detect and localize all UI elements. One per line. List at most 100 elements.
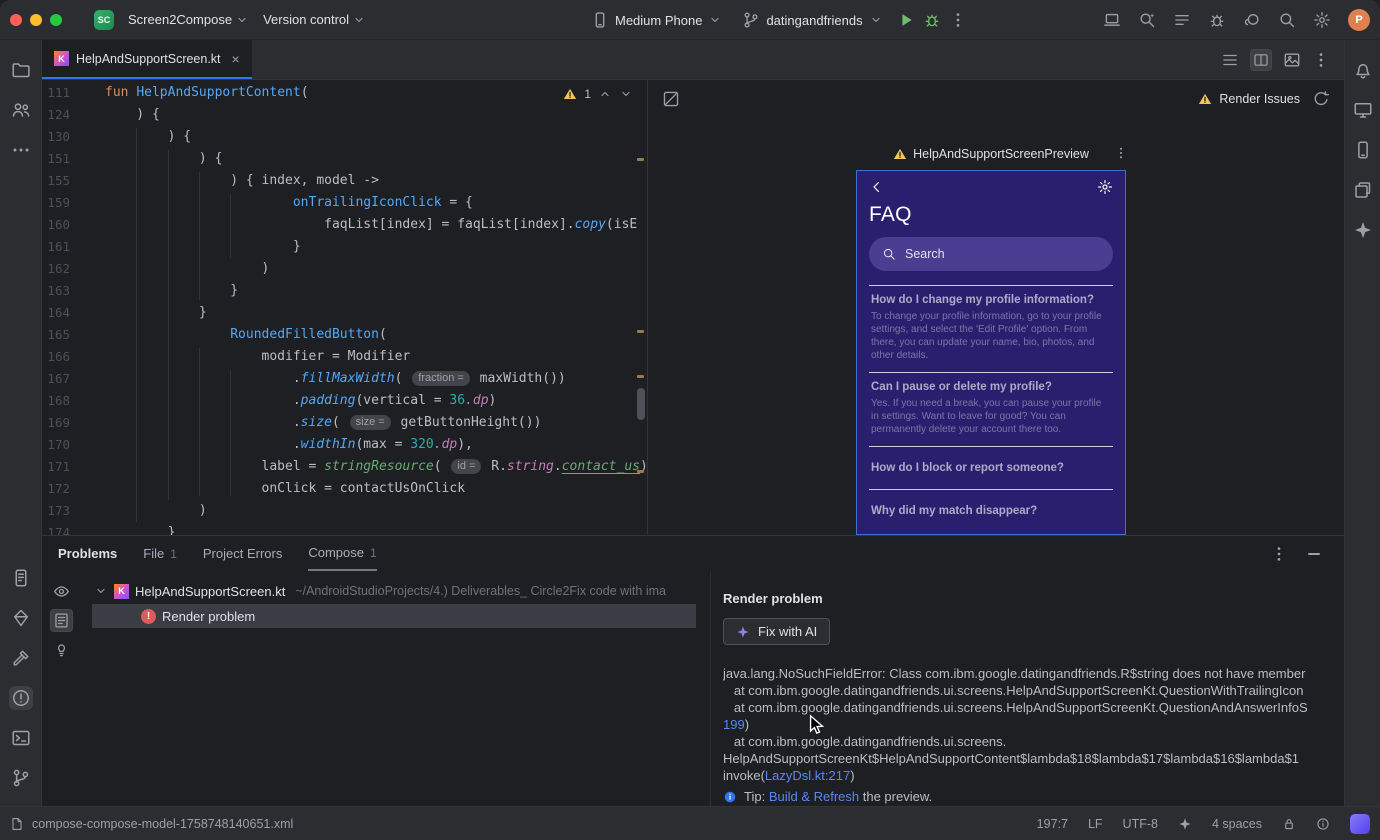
- zoom-window-button[interactable]: [50, 13, 62, 26]
- running-devices-icon[interactable]: [1353, 100, 1373, 120]
- problems-tool-icon[interactable]: [8, 686, 33, 710]
- preview-layout-icon[interactable]: [662, 90, 680, 108]
- device-mirroring-icon[interactable]: [1103, 11, 1121, 29]
- minimize-window-button[interactable]: [30, 13, 42, 26]
- device-selector[interactable]: Medium Phone: [585, 7, 728, 33]
- more-tools-icon[interactable]: [11, 140, 31, 160]
- search-everywhere-icon[interactable]: [1278, 11, 1296, 29]
- file-encoding[interactable]: UTF-8: [1123, 817, 1158, 831]
- gemini-spark-icon[interactable]: [1353, 220, 1373, 240]
- user-avatar[interactable]: P: [1348, 9, 1370, 31]
- code-line[interactable]: 162 ): [42, 258, 647, 280]
- code-line[interactable]: 161 }: [42, 236, 647, 258]
- editor-options-icon[interactable]: [1312, 51, 1330, 69]
- faq-item[interactable]: Why did my match disappear?: [869, 490, 1113, 532]
- faq-item[interactable]: How do I change my profile information? T…: [869, 286, 1113, 372]
- code-line[interactable]: 164 }: [42, 302, 647, 324]
- tool-window-title[interactable]: Problems: [58, 536, 117, 571]
- tool-window-options-icon[interactable]: [1270, 545, 1288, 563]
- lock-icon[interactable]: [1282, 817, 1296, 831]
- ai-status-icon[interactable]: [1178, 817, 1192, 831]
- inspection-status-icon[interactable]: [1316, 817, 1330, 831]
- code-view-icon[interactable]: [1221, 51, 1239, 69]
- editor-tab[interactable]: K HelpAndSupportScreen.kt ×: [42, 40, 252, 79]
- preview-phone-frame[interactable]: FAQ Search How do I change my profile in…: [856, 170, 1126, 535]
- build-refresh-link[interactable]: Build & Refresh: [769, 789, 859, 804]
- refresh-preview-icon[interactable]: [1312, 90, 1330, 108]
- expand-node-icon[interactable]: [94, 584, 108, 598]
- faq-item[interactable]: Can I pause or delete my profile? Yes. If…: [869, 373, 1113, 446]
- faq-item[interactable]: How do I block or report someone?: [869, 447, 1113, 489]
- view-options-icon[interactable]: [53, 583, 70, 600]
- next-problem-icon[interactable]: [619, 87, 633, 101]
- notifications-bell-icon[interactable]: [1353, 60, 1373, 80]
- code-line[interactable]: 111 fun HelpAndSupportContent(: [42, 82, 647, 104]
- code-line[interactable]: 159 onTrailingIconClick = {: [42, 192, 647, 214]
- code-line[interactable]: 166 modifier = Modifier: [42, 346, 647, 368]
- ai-search-icon[interactable]: [1138, 11, 1156, 29]
- commit-tool-icon[interactable]: [11, 100, 31, 120]
- prev-problem-icon[interactable]: [598, 87, 612, 101]
- gradle-sync-icon[interactable]: [1243, 11, 1261, 29]
- tab-file[interactable]: File 1: [143, 536, 177, 571]
- main-menu-project[interactable]: Screen2Compose: [128, 12, 249, 27]
- hide-tool-window-icon[interactable]: [1308, 552, 1320, 555]
- fix-with-ai-button[interactable]: Fix with AI: [723, 618, 831, 645]
- code-line[interactable]: 168 .padding(vertical = 36.dp): [42, 390, 647, 412]
- project-tool-icon[interactable]: [11, 60, 31, 80]
- stack-link[interactable]: 199: [723, 717, 745, 732]
- debug-button[interactable]: [923, 11, 941, 29]
- terminal-tool-icon[interactable]: [11, 728, 31, 748]
- code-area[interactable]: 111 fun HelpAndSupportContent(124 ) {130 …: [42, 80, 647, 535]
- code-line[interactable]: 169 .size( size = getButtonHeight()): [42, 412, 647, 434]
- app-quality-insights-icon[interactable]: [11, 608, 31, 628]
- editor-scrollbar[interactable]: [637, 388, 645, 420]
- quick-fix-bulb-icon[interactable]: [53, 641, 70, 658]
- device-manager-icon[interactable]: [1353, 140, 1373, 160]
- code-line[interactable]: 170 .widthIn(max = 320.dp),: [42, 434, 647, 456]
- design-view-icon[interactable]: [1283, 51, 1301, 69]
- back-icon[interactable]: [869, 179, 885, 195]
- todo-list-icon[interactable]: [1173, 11, 1191, 29]
- code-editor[interactable]: 111 fun HelpAndSupportContent(124 ) {130 …: [42, 80, 648, 535]
- stack-link[interactable]: LazyDsl.kt:217: [765, 768, 850, 783]
- profiler-icon[interactable]: [1208, 11, 1226, 29]
- code-line[interactable]: 155 ) { index, model ->: [42, 170, 647, 192]
- code-line[interactable]: 163 }: [42, 280, 647, 302]
- line-ending[interactable]: LF: [1088, 817, 1103, 831]
- code-line[interactable]: 160 faqList[index] = faqList[index].copy…: [42, 214, 647, 236]
- logcat-tool-icon[interactable]: [11, 568, 31, 588]
- tab-compose[interactable]: Compose 1: [308, 536, 377, 571]
- problem-row[interactable]: Render problem: [92, 604, 696, 628]
- main-menu-vcs[interactable]: Version control: [263, 12, 366, 27]
- code-line[interactable]: 167 .fillMaxWidth( fraction = maxWidth()…: [42, 368, 647, 390]
- run-button[interactable]: [897, 11, 915, 29]
- render-issues-button[interactable]: Render Issues: [1198, 92, 1300, 106]
- close-window-button[interactable]: [10, 13, 22, 26]
- code-line[interactable]: 171 label = stringResource( id = R.strin…: [42, 456, 647, 478]
- tab-project-errors[interactable]: Project Errors: [203, 536, 282, 571]
- preview-card-header[interactable]: HelpAndSupportScreenPreview: [856, 142, 1126, 166]
- build-tool-icon[interactable]: [11, 648, 31, 668]
- split-view-icon[interactable]: [1250, 48, 1272, 71]
- code-line[interactable]: 172 onClick = contactUsOnClick: [42, 478, 647, 500]
- code-line[interactable]: 174 }: [42, 522, 647, 535]
- caret-position[interactable]: 197:7: [1037, 817, 1068, 831]
- status-file-name[interactable]: compose-compose-model-1758748140651.xml: [32, 817, 293, 831]
- preview-source-icon[interactable]: [49, 609, 73, 632]
- code-line[interactable]: 165 RoundedFilledButton(: [42, 324, 647, 346]
- run-configuration-selector[interactable]: datingandfriends: [736, 7, 888, 33]
- preview-options-icon[interactable]: [1114, 146, 1128, 160]
- inspections-widget[interactable]: 1: [563, 87, 633, 101]
- indent-setting[interactable]: 4 spaces: [1212, 817, 1262, 831]
- more-actions-icon[interactable]: [949, 11, 967, 29]
- layout-inspector-icon[interactable]: [1353, 180, 1373, 200]
- version-control-tool-icon[interactable]: [11, 768, 31, 788]
- settings-gear-icon[interactable]: [1313, 11, 1331, 29]
- code-line[interactable]: 124 ) {: [42, 104, 647, 126]
- file-node-row[interactable]: K HelpAndSupportScreen.kt ~/AndroidStudi…: [80, 579, 710, 603]
- code-line[interactable]: 130 ) {: [42, 126, 647, 148]
- gemini-badge-icon[interactable]: [1350, 813, 1370, 834]
- close-tab-icon[interactable]: ×: [232, 51, 240, 67]
- faq-search-bar[interactable]: Search: [869, 237, 1113, 271]
